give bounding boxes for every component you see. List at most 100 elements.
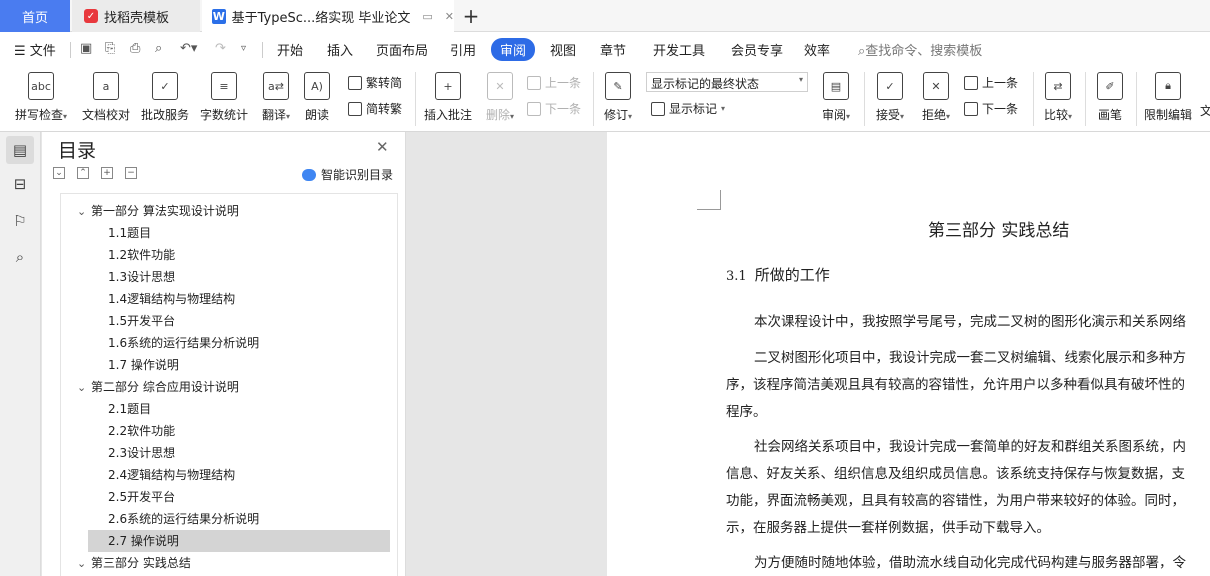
toc-item[interactable]: 2.4逻辑结构与物理结构 <box>108 464 235 486</box>
divider <box>415 72 416 126</box>
command-search[interactable]: ⌕查找命令、搜索模板 <box>858 40 982 59</box>
markup-mode-select[interactable]: 显示标记的最终状态 ▾ <box>646 72 808 92</box>
divider <box>593 72 594 126</box>
prev-comment-button[interactable]: 上一条 <box>527 74 581 91</box>
word-count-label: 字数统计 <box>199 108 248 122</box>
toc-item[interactable]: ⌄ 第三部分 实践总结 <box>77 552 191 574</box>
divider <box>262 42 263 58</box>
toc-item[interactable]: 1.6系统的运行结果分析说明 <box>108 332 259 354</box>
bookmark-icon[interactable]: ⚐ <box>10 211 30 231</box>
read-aloud-button[interactable]: A) 朗读 <box>302 68 332 123</box>
toc-item[interactable]: 1.7 操作说明 <box>108 354 179 376</box>
next-comment-button[interactable]: 下一条 <box>527 100 581 117</box>
remove-heading-icon[interactable]: − <box>125 167 137 179</box>
toc-item[interactable]: 1.5开发平台 <box>108 310 175 332</box>
doc-proofread-button[interactable]: a 文档校对 <box>80 68 132 123</box>
toc-panel-icon[interactable]: ▤ <box>6 136 34 164</box>
collapse-all-icon[interactable]: ⌄ <box>53 167 65 179</box>
tab-template[interactable]: ✓ 找稻壳模板 <box>72 0 200 32</box>
toc-item-label: 2.2软件功能 <box>108 424 176 438</box>
menu-view[interactable]: 视图 <box>550 40 576 59</box>
pen-button[interactable]: ✐ 画笔 <box>1092 68 1128 123</box>
to-traditional-button[interactable]: 繁转简 <box>348 74 402 91</box>
markup-mode-value: 显示标记的最终状态 <box>651 77 760 91</box>
reject-label: 拒绝 <box>921 108 946 122</box>
toc-item[interactable]: 1.3设计思想 <box>108 266 175 288</box>
show-markup-button[interactable]: 显示标记 ▾ <box>651 100 725 117</box>
navigation-icon[interactable]: ⊟ <box>10 174 30 194</box>
file-menu-label: 文件 <box>29 44 56 59</box>
close-icon[interactable]: ✕ <box>376 138 389 156</box>
reject-button[interactable]: ✕ 拒绝▾ <box>918 68 954 123</box>
delete-comment-button[interactable]: ✕ 删除▾ <box>482 68 518 123</box>
compare-icon: ⇄ <box>1045 72 1071 100</box>
file-menu[interactable]: ☰ 文件 <box>14 40 56 59</box>
smart-toc-button[interactable]: 智能识别目录 <box>302 166 393 183</box>
doc-permission-button[interactable]: 文 <box>1200 102 1210 119</box>
to-simplified-button[interactable]: 简转繁 <box>348 100 402 117</box>
toc-item[interactable]: 1.1题目 <box>108 222 151 244</box>
tab-pin-icon[interactable]: ▭ <box>422 10 432 23</box>
toc-item-label: 2.5开发平台 <box>108 490 176 504</box>
toc-item[interactable]: 2.1题目 <box>108 398 151 420</box>
word-count-icon: ≡ <box>211 72 237 100</box>
search-icon[interactable]: ⌕ <box>10 247 30 267</box>
toc-item[interactable]: 2.3设计思想 <box>108 442 175 464</box>
tab-close-icon[interactable]: ✕ <box>445 10 454 23</box>
undo-icon[interactable]: ↶▾ <box>180 41 197 56</box>
menu-page-layout[interactable]: 页面布局 <box>376 40 428 59</box>
menu-review[interactable]: 审阅 <box>491 38 536 61</box>
toc-item[interactable]: 1.2软件功能 <box>108 244 175 266</box>
menu-bar: ☰ 文件 ▣ ⎘ ⎙ ⌕ ↶▾ ↷ ▿ 开始 插入 页面布局 引用 审阅 视图 … <box>0 32 1210 66</box>
toc-item[interactable]: ⌄ 第二部分 综合应用设计说明 <box>77 376 239 398</box>
print-preview-icon[interactable]: ⌕ <box>155 41 162 56</box>
new-tab-button[interactable]: + <box>458 0 484 32</box>
menu-member[interactable]: 会员专享 <box>731 40 783 59</box>
menu-insert[interactable]: 插入 <box>327 40 353 59</box>
compare-button[interactable]: ⇄ 比较▾ <box>1040 68 1076 123</box>
toc-item-selected[interactable]: 2.7 操作说明 <box>88 530 390 552</box>
toc-item[interactable]: 2.5开发平台 <box>108 486 175 508</box>
toc-item[interactable]: ⌄ 第一部分 算法实现设计说明 <box>77 200 239 222</box>
menu-reference[interactable]: 引用 <box>450 40 476 59</box>
toc-list: ⌄ 第一部分 算法实现设计说明 1.1题目 1.2软件功能 1.3设计思想 1.4… <box>60 193 398 576</box>
comment-delete-icon: ✕ <box>487 72 513 100</box>
toc-item[interactable]: 2.6系统的运行结果分析说明 <box>108 508 259 530</box>
prev-change-button[interactable]: 上一条 <box>964 74 1018 91</box>
menu-chapter[interactable]: 章节 <box>600 40 626 59</box>
prev-comment-icon <box>527 75 541 90</box>
tab-home[interactable]: 首页 <box>0 0 70 32</box>
restrict-edit-button[interactable]: 🔒︎ 限制编辑 <box>1141 68 1195 123</box>
accept-button[interactable]: ✓ 接受▾ <box>872 68 908 123</box>
translate-button[interactable]: a⇄ 翻译▾ <box>258 68 294 123</box>
tab-document[interactable]: W 基于TypeSc...络实现 毕业论文 ▭ ✕ <box>202 0 454 32</box>
print-icon[interactable]: ⎙ <box>130 41 140 56</box>
expand-all-icon[interactable]: ⌃ <box>77 167 89 179</box>
menu-efficiency[interactable]: 效率 <box>804 40 830 59</box>
quick-access-dropdown-icon[interactable]: ▿ <box>241 43 246 54</box>
next-change-button[interactable]: 下一条 <box>964 100 1018 117</box>
tab-template-label: 找稻壳模板 <box>104 10 170 26</box>
menu-start[interactable]: 开始 <box>277 40 303 59</box>
review-pane-button[interactable]: ▤ 审阅▾ <box>818 68 854 123</box>
chevron-down-icon: ⌄ <box>77 205 87 218</box>
word-count-button[interactable]: ≡ 字数统计 <box>199 68 249 123</box>
batch-service-button[interactable]: ✓ 批改服务 <box>140 68 190 123</box>
docer-logo-icon: ✓ <box>84 9 98 23</box>
export-pdf-icon[interactable]: ⎘ <box>105 41 115 56</box>
menu-developer[interactable]: 开发工具 <box>653 40 705 59</box>
save-icon[interactable]: ▣ <box>80 41 92 56</box>
spell-check-button[interactable]: abc 拼写检查▾ <box>12 68 70 123</box>
toc-item[interactable]: 2.2软件功能 <box>108 420 175 442</box>
toc-item[interactable]: 1.4逻辑结构与物理结构 <box>108 288 235 310</box>
add-heading-icon[interactable]: + <box>101 167 113 179</box>
redo-icon[interactable]: ↷ <box>215 41 226 56</box>
track-changes-button[interactable]: ✎ 修订▾ <box>600 68 636 123</box>
insert-comment-button[interactable]: + 插入批注 <box>422 68 474 123</box>
document-page[interactable]: 第三部分 实践总结 3.1 所做的工作 本次课程设计中，我按照学号尾号，完成二叉树… <box>607 132 1210 576</box>
toc-item-label: 第一部分 算法实现设计说明 <box>91 204 239 218</box>
next-comment-label: 下一条 <box>545 102 582 116</box>
spell-check-label: 拼写检查 <box>14 108 63 122</box>
chapter-heading: 第三部分 实践总结 <box>928 221 1070 241</box>
prev-comment-label: 上一条 <box>545 76 582 90</box>
